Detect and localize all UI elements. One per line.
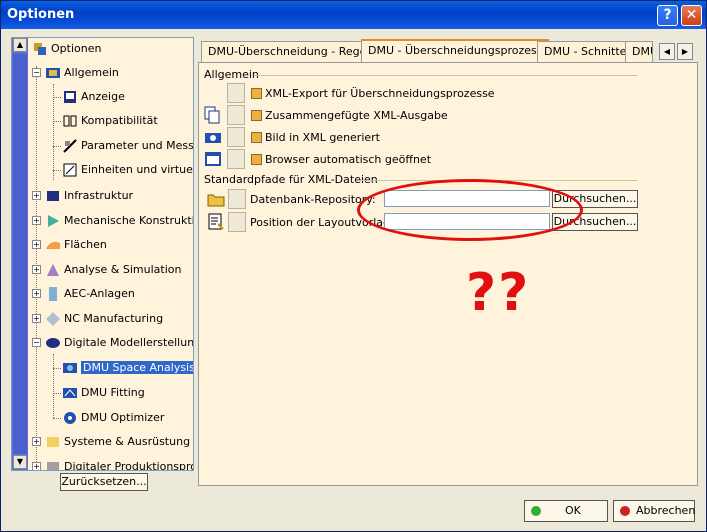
compatibility-icon (62, 113, 78, 129)
help-button[interactable]: ? (657, 5, 678, 26)
tree-item-systems[interactable]: Systeme & Ausrüstung (45, 433, 190, 451)
scroll-thumb[interactable] (13, 54, 27, 454)
options-window: Optionen ? ✕ ▲ ▼ Optionen − Allgemein An… (0, 0, 707, 532)
tab-interference-rules[interactable]: DMU-Überschneidung - Regel (201, 41, 377, 62)
dmu-fitting-icon (62, 385, 78, 401)
scroll-up-icon[interactable]: ▲ (13, 38, 27, 52)
tab-interference-process[interactable]: DMU - Überschneidungsprozess (361, 39, 550, 63)
lock-icon[interactable] (228, 189, 246, 209)
option-merged-xml: Zusammengefügte XML-Ausgabe (199, 105, 639, 125)
parameters-icon (62, 138, 78, 154)
tree-scrollbar[interactable]: ▲ ▼ (12, 38, 28, 470)
expander-plus-icon[interactable]: + (32, 240, 41, 249)
tree-item-surfaces[interactable]: Flächen (45, 236, 107, 254)
cancel-button[interactable]: Abbrechen (613, 500, 695, 522)
options-tree: ▲ ▼ Optionen − Allgemein Anzeige Kompati… (11, 37, 194, 471)
tree-item-units[interactable]: Einheiten und virtuelle R (62, 161, 193, 179)
tab-scroll-right-icon[interactable]: ▶ (677, 43, 693, 60)
tree-item-dmu-space-analysis[interactable]: DMU Space Analysis (62, 359, 193, 377)
reset-button[interactable]: Zurücksetzen... (60, 473, 148, 491)
expander-plus-icon[interactable]: + (32, 462, 41, 470)
cancel-icon (620, 506, 630, 516)
expander-minus-icon[interactable]: − (32, 338, 41, 347)
paths-section-title: Standardpfade für XML-Dateien (204, 173, 378, 186)
systems-icon (45, 434, 61, 450)
folder-icon (207, 190, 225, 208)
aec-icon (45, 286, 61, 302)
tree-item-options[interactable]: Optionen (32, 40, 101, 58)
lock-icon[interactable] (227, 105, 245, 125)
display-icon (62, 89, 78, 105)
scroll-down-icon[interactable]: ▼ (13, 455, 27, 469)
general-section-title: Allgemein (204, 68, 259, 81)
tree-item-dmu-optimizer[interactable]: DMU Optimizer (62, 409, 164, 427)
infrastructure-icon (45, 188, 61, 204)
lock-icon[interactable] (228, 212, 246, 232)
tree-item-general[interactable]: Allgemein (45, 64, 119, 82)
tab-content: Allgemein XML-Export für Überschneidungs… (198, 62, 698, 486)
tree-item-dmu-fitting[interactable]: DMU Fitting (62, 384, 145, 402)
ok-button[interactable]: OK (524, 500, 608, 522)
window-title: Optionen (7, 7, 75, 22)
tree-item-display[interactable]: Anzeige (62, 88, 125, 106)
option-image-in-xml: Bild in XML generiert (199, 127, 639, 147)
digital-mockup-icon (45, 335, 61, 351)
merged-xml-icon (204, 106, 222, 124)
option-browser-open: Browser automatisch geöffnet (199, 149, 639, 169)
analysis-icon (45, 262, 61, 278)
tab-scroll-left-icon[interactable]: ◀ (659, 43, 675, 60)
tree-item-digital-process[interactable]: Digitaler Produktionsprozes (45, 458, 193, 470)
units-icon (62, 162, 78, 178)
lock-icon[interactable] (227, 83, 245, 103)
tree-item-digital-mockup[interactable]: Digitale Modellerstellung (45, 334, 193, 352)
tree-item-parameters[interactable]: Parameter und Messung (62, 137, 193, 155)
title-bar[interactable]: Optionen (1, 1, 706, 29)
dmu-optimizer-icon (62, 410, 78, 426)
tree-item-analysis[interactable]: Analyse & Simulation (45, 261, 181, 279)
dmu-space-analysis-icon (62, 360, 78, 376)
browser-open-checkbox[interactable] (251, 154, 262, 165)
tree-item-aec[interactable]: AEC-Anlagen (45, 285, 135, 303)
browser-icon (204, 150, 222, 168)
tree-item-nc-manufacturing[interactable]: NC Manufacturing (45, 310, 163, 328)
close-button[interactable]: ✕ (681, 5, 702, 26)
lock-icon[interactable] (227, 149, 245, 169)
expander-plus-icon[interactable]: + (32, 437, 41, 446)
mechanical-design-icon (45, 213, 61, 229)
merged-xml-checkbox[interactable] (251, 110, 262, 121)
layout-template-icon (207, 213, 225, 231)
tree-item-infrastructure[interactable]: Infrastruktur (45, 187, 133, 205)
expander-plus-icon[interactable]: + (32, 289, 41, 298)
surfaces-icon (45, 237, 61, 253)
camera-icon (204, 128, 222, 146)
tree-item-compatibility[interactable]: Kompatibilität (62, 112, 158, 130)
lock-icon[interactable] (227, 127, 245, 147)
expander-minus-icon[interactable]: − (32, 68, 41, 77)
general-icon (45, 65, 61, 81)
options-icon (32, 41, 48, 57)
xml-export-checkbox[interactable] (251, 88, 262, 99)
annotation-question-marks: ?? (466, 263, 531, 323)
tab-dmu-more[interactable]: DMU (625, 41, 653, 62)
expander-plus-icon[interactable]: + (32, 191, 41, 200)
nc-manufacturing-icon (45, 311, 61, 327)
expander-plus-icon[interactable]: + (32, 216, 41, 225)
tab-sections[interactable]: DMU - Schnitte (537, 41, 634, 62)
digital-process-icon (45, 459, 61, 470)
option-xml-export: XML-Export für Überschneidungsprozesse (199, 83, 639, 103)
image-in-xml-checkbox[interactable] (251, 132, 262, 143)
tree-item-mechanical-design[interactable]: Mechanische Konstruktion (45, 212, 193, 230)
ok-icon (531, 506, 541, 516)
annotation-ellipse (357, 179, 583, 241)
expander-plus-icon[interactable]: + (32, 314, 41, 323)
expander-plus-icon[interactable]: + (32, 265, 41, 274)
